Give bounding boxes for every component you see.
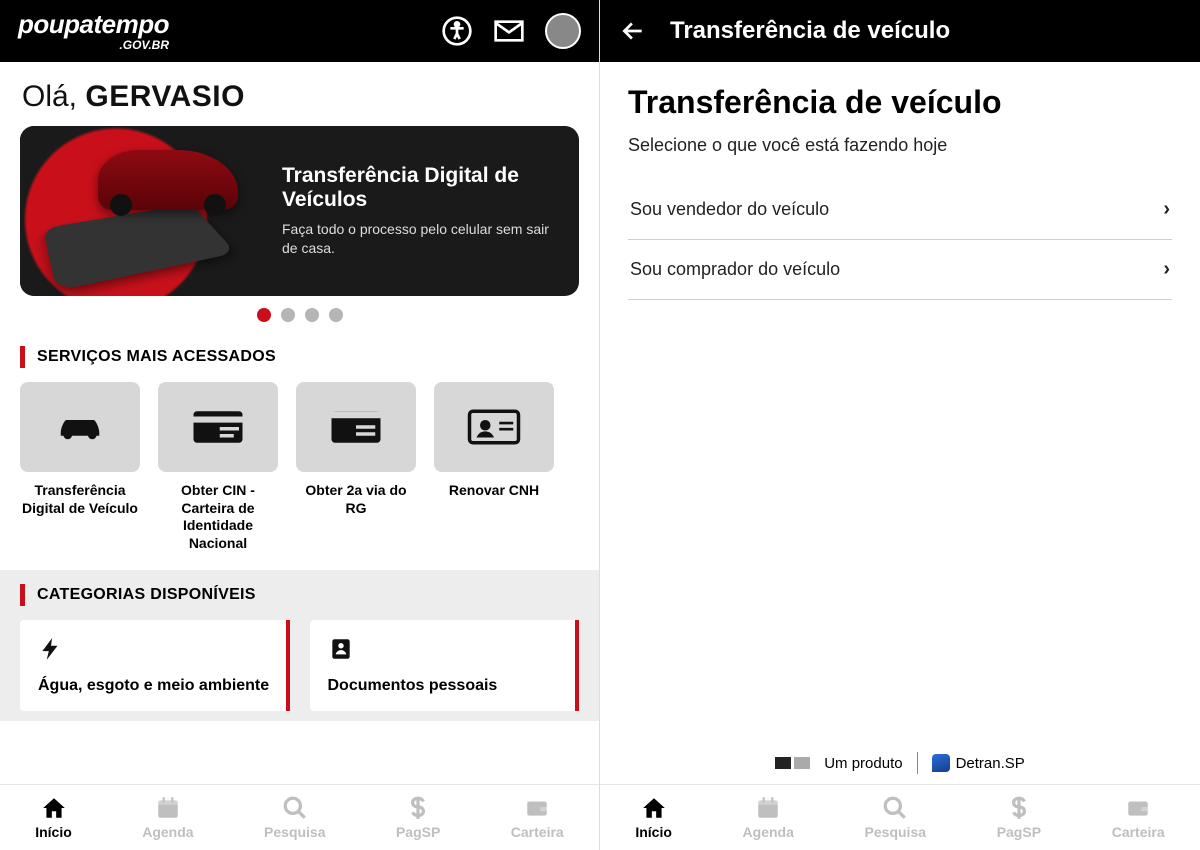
nav-label: Carteira (1112, 824, 1165, 840)
detran-logo: Detran.SP (932, 754, 1025, 772)
option-label: Sou vendedor do veículo (630, 199, 829, 220)
services-row: Transferência Digital de Veículo Obter C… (0, 382, 599, 570)
person-doc-icon (328, 636, 354, 662)
carousel-dot-4[interactable] (329, 308, 343, 322)
footer-text: Um produto (824, 755, 902, 772)
nav-label: Início (635, 824, 672, 840)
search-icon (282, 795, 308, 821)
nav-pagsp[interactable]: PagSP (396, 795, 440, 840)
nav-label: Agenda (743, 824, 794, 840)
user-name: GERVASIO (85, 80, 245, 113)
accent-bar-icon (20, 584, 25, 606)
detran-label: Detran.SP (956, 755, 1025, 772)
license-icon (466, 405, 522, 449)
calendar-icon (155, 795, 181, 821)
category-label: Água, esgoto e meio ambiente (38, 677, 272, 695)
service-cnh[interactable]: Renovar CNH (434, 382, 554, 552)
page-subtitle: Selecione o que você está fazendo hoje (628, 135, 1172, 156)
nav-carteira[interactable]: Carteira (511, 795, 564, 840)
greeting-prefix: Olá, (22, 80, 85, 113)
transfer-body: Transferência de veículo Selecione o que… (600, 62, 1200, 322)
service-cin[interactable]: Obter CIN - Carteira de Identidade Nacio… (158, 382, 278, 552)
topbar-actions (441, 13, 581, 49)
logo-main: poupatempo (18, 11, 169, 37)
promo-title: Transferência Digital de Veículos (282, 164, 557, 212)
nav-inicio[interactable]: Início (35, 795, 72, 840)
nav-agenda[interactable]: Agenda (142, 795, 193, 840)
nav-label: Pesquisa (264, 824, 325, 840)
greeting: Olá, GERVASIO (0, 62, 599, 126)
page-heading: Transferência de veículo (628, 84, 1172, 121)
chevron-right-icon: › (1163, 198, 1170, 221)
carousel-dots (0, 308, 599, 322)
footer-brand: Um produto Detran.SP (600, 752, 1200, 774)
topbar: poupatempo .GOV.BR (0, 0, 599, 62)
categories-section: CATEGORIAS DISPONÍVEIS Água, esgoto e me… (0, 570, 599, 721)
arrow-left-icon (620, 18, 646, 44)
promo-image (20, 126, 260, 296)
back-button[interactable] (618, 16, 648, 46)
option-label: Sou comprador do veículo (630, 259, 840, 280)
carousel-dot-1[interactable] (257, 308, 271, 322)
dollar-icon (405, 795, 431, 821)
dollar-icon (1006, 795, 1032, 821)
promo-text: Transferência Digital de Veículos Faça t… (260, 164, 579, 258)
service-label: Transferência Digital de Veículo (20, 482, 140, 517)
category-agua[interactable]: Água, esgoto e meio ambiente (20, 620, 290, 711)
category-label: Documentos pessoais (328, 677, 562, 695)
calendar-icon (755, 795, 781, 821)
id-card-alt-icon (328, 405, 384, 449)
bolt-icon (38, 636, 64, 662)
category-documentos[interactable]: Documentos pessoais (310, 620, 580, 711)
nav-pagsp[interactable]: PagSP (997, 795, 1041, 840)
home-icon (41, 795, 67, 821)
service-label: Renovar CNH (434, 482, 554, 500)
nav-pesquisa[interactable]: Pesquisa (865, 795, 926, 840)
nav-agenda[interactable]: Agenda (743, 795, 794, 840)
nav-pesquisa[interactable]: Pesquisa (264, 795, 325, 840)
service-label: Obter CIN - Carteira de Identidade Nacio… (158, 482, 278, 552)
separator (917, 752, 918, 774)
topbar-title: Transferência de veículo (670, 17, 950, 45)
bottom-nav-right: Início Agenda Pesquisa PagSP Carteira (600, 784, 1200, 850)
wallet-icon (524, 795, 550, 821)
search-icon (882, 795, 908, 821)
nav-label: PagSP (396, 824, 440, 840)
categories-title: CATEGORIAS DISPONÍVEIS (37, 586, 256, 604)
topbar: Transferência de veículo (600, 0, 1200, 62)
promo-card[interactable]: Transferência Digital de Veículos Faça t… (20, 126, 579, 296)
promo-desc: Faça todo o processo pelo celular sem sa… (282, 220, 557, 258)
mail-icon[interactable] (493, 15, 525, 47)
accessibility-icon[interactable] (441, 15, 473, 47)
nav-label: Agenda (142, 824, 193, 840)
nav-carteira[interactable]: Carteira (1112, 795, 1165, 840)
transfer-screen: Transferência de veículo Transferência d… (600, 0, 1200, 850)
service-rg[interactable]: Obter 2a via do RG (296, 382, 416, 552)
nav-label: Pesquisa (865, 824, 926, 840)
nav-label: PagSP (997, 824, 1041, 840)
home-screen: poupatempo .GOV.BR Olá, GERVASIO Transfe… (0, 0, 600, 850)
carousel-dot-2[interactable] (281, 308, 295, 322)
nav-inicio[interactable]: Início (635, 795, 672, 840)
services-header: SERVIÇOS MAIS ACESSADOS (0, 338, 599, 382)
service-label: Obter 2a via do RG (296, 482, 416, 517)
service-transferencia[interactable]: Transferência Digital de Veículo (20, 382, 140, 552)
logo-sub: .GOV.BR (18, 39, 169, 51)
option-vendedor[interactable]: Sou vendedor do veículo › (628, 180, 1172, 240)
chevron-right-icon: › (1163, 258, 1170, 281)
id-card-icon (190, 405, 246, 449)
option-comprador[interactable]: Sou comprador do veículo › (628, 240, 1172, 300)
bottom-nav-left: Início Agenda Pesquisa PagSP Carteira (0, 784, 599, 850)
avatar[interactable] (545, 13, 581, 49)
logo: poupatempo .GOV.BR (18, 11, 169, 51)
carousel-dot-3[interactable] (305, 308, 319, 322)
services-title: SERVIÇOS MAIS ACESSADOS (37, 348, 276, 366)
nav-label: Início (35, 824, 72, 840)
home-icon (641, 795, 667, 821)
wallet-icon (1125, 795, 1151, 821)
car-icon (52, 405, 108, 449)
sp-logo-icon (775, 757, 810, 769)
accent-bar-icon (20, 346, 25, 368)
nav-label: Carteira (511, 824, 564, 840)
